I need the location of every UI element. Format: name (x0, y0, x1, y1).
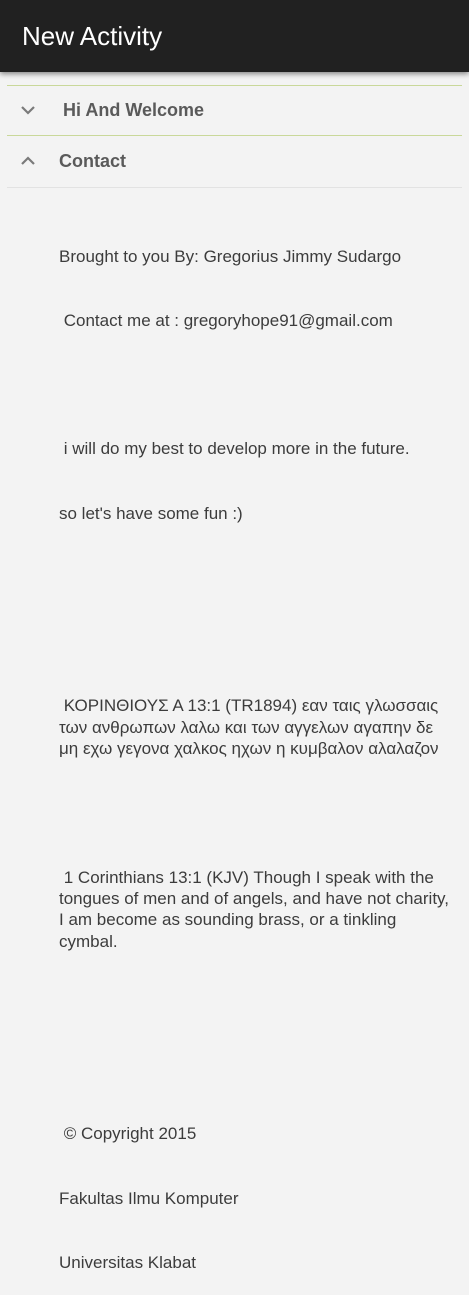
app-bar: New Activity (0, 0, 469, 72)
section-divider (7, 135, 462, 136)
contact-email-text: Contact me at : gregoryhope91@gmail.com (59, 311, 393, 331)
english-verse: 1 Corinthians 13:1 (KJV) Though I speak … (59, 867, 454, 951)
future-text: i will do my best to develop more in the… (59, 439, 410, 459)
app-title: New Activity (22, 21, 163, 51)
faculty-text: Fakultas Ilmu Komputer (59, 1188, 239, 1208)
chevron-up-icon (21, 156, 35, 165)
copyright-text: © Copyright 2015 (59, 1124, 197, 1144)
fun-text: so let's have some fun :) (59, 503, 243, 523)
credit-text: Brought to you By: Gregorius Jimmy Sudar… (59, 246, 402, 266)
section-divider (7, 187, 462, 188)
contact-content: Brought to you By: Gregorius Jimmy Sudar… (59, 203, 454, 1295)
section-header-contact[interactable]: Contact (7, 137, 462, 187)
section-title-hi-and-welcome: Hi And Welcome (63, 100, 205, 120)
greek-verse: ΚΟΡΙΝΘΙΟΥΣ Α 13:1 (TR1894) εαν ταις γλωσ… (59, 696, 443, 759)
section-title-contact: Contact (59, 151, 126, 171)
section-header-hi-and-welcome[interactable]: Hi And Welcome (7, 86, 462, 136)
university-text: Universitas Klabat (59, 1252, 197, 1272)
chevron-down-icon (21, 106, 35, 115)
